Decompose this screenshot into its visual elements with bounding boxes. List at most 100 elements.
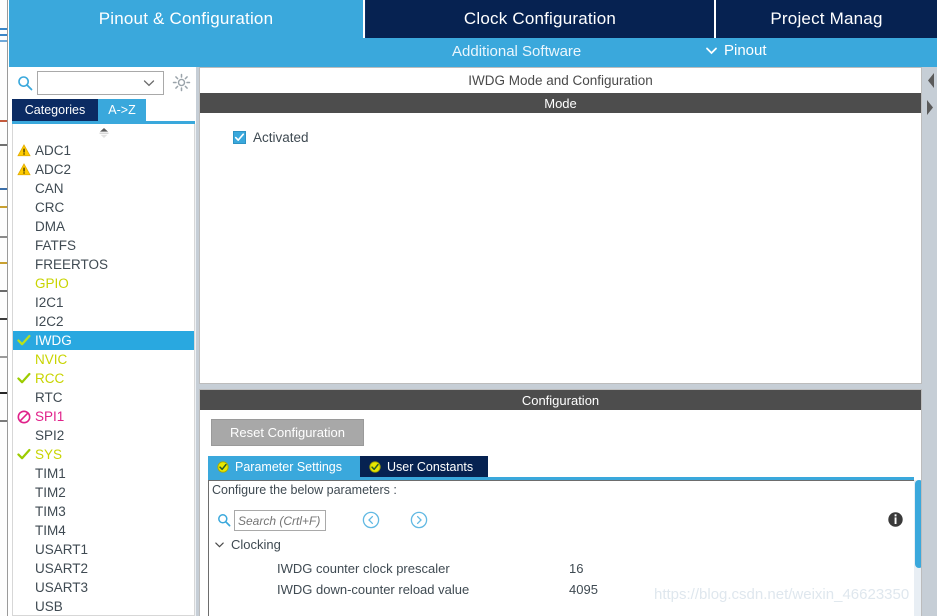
sidebar-view-tabs: Categories A->Z <box>12 99 195 121</box>
sidebar-item-label: SYS <box>35 447 63 462</box>
sidebar-view-tab-categories[interactable]: Categories <box>12 99 98 121</box>
collapse-spinner-icon[interactable] <box>96 126 112 138</box>
activated-label: Activated <box>253 130 309 145</box>
edge-fleck <box>0 290 7 292</box>
module-list: ADC1 ADC2 CAN CRC DMA FATFS FREERTOS GPIO I2C1 I2… <box>12 124 195 616</box>
module-icon-placeholder <box>13 540 35 559</box>
warning-icon <box>13 141 35 160</box>
sidebar-item-adc1[interactable]: ADC1 <box>13 141 194 160</box>
sidebar-item-label: ADC1 <box>35 143 72 158</box>
sidebar-item-i2c2[interactable]: I2C2 <box>13 312 194 331</box>
nav-prev-icon[interactable] <box>362 511 380 529</box>
sidebar-item-label: TIM2 <box>35 485 66 500</box>
module-icon-placeholder <box>13 578 35 597</box>
sidebar-item-nvic[interactable]: NVIC <box>13 350 194 369</box>
search-input[interactable] <box>38 73 141 93</box>
sidebar-item-usb[interactable]: USB <box>13 597 194 615</box>
parameter-group-label: Clocking <box>231 537 281 552</box>
module-icon-placeholder <box>13 597 35 615</box>
sidebar-item-label: FATFS <box>35 238 77 253</box>
parameter-row[interactable]: IWDG down-counter reload value 4095 <box>209 580 921 601</box>
sidebar-item-rcc[interactable]: RCC <box>13 369 194 388</box>
sidebar-item-crc[interactable]: CRC <box>13 198 194 217</box>
sidebar-item-adc2[interactable]: ADC2 <box>13 160 194 179</box>
sidebar-search-combo[interactable] <box>37 71 164 95</box>
collapse-left-icon[interactable] <box>923 67 937 94</box>
pinout-dropdown[interactable]: Pinout <box>705 42 767 59</box>
edge-fleck <box>0 318 7 320</box>
left-edge-strip <box>0 0 8 616</box>
sidebar-item-tim3[interactable]: TIM3 <box>13 502 194 521</box>
sidebar-item-tim2[interactable]: TIM2 <box>13 483 194 502</box>
sidebar-item-can[interactable]: CAN <box>13 179 194 198</box>
activated-checkbox-row[interactable]: Activated <box>233 130 309 145</box>
edge-fleck <box>0 420 7 422</box>
main-tab-project-manag[interactable]: Project Manag <box>716 0 937 38</box>
sidebar-view-tab-a-z[interactable]: A->Z <box>98 99 146 121</box>
cubemx-window: Pinout & Configuration Clock Configuratio… <box>0 0 937 616</box>
sidebar-item-i2c1[interactable]: I2C1 <box>13 293 194 312</box>
tab-user-constants[interactable]: User Constants <box>360 456 488 477</box>
chevron-down-icon[interactable] <box>141 72 157 94</box>
sidebar-item-label: GPIO <box>35 276 69 291</box>
sidebar-item-freertos[interactable]: FREERTOS <box>13 255 194 274</box>
tab-separator <box>363 0 365 38</box>
sidebar-item-label: USART2 <box>35 561 89 576</box>
collapse-right-icon[interactable] <box>923 94 937 121</box>
parameter-scrollbar-thumb[interactable] <box>915 480 921 568</box>
sidebar-item-label: NVIC <box>35 352 68 367</box>
tab-label: User Constants <box>387 459 474 474</box>
sidebar-item-tim1[interactable]: TIM1 <box>13 464 194 483</box>
additional-software-link[interactable]: Additional Software <box>452 43 581 60</box>
parameter-scrollbar[interactable] <box>914 480 921 616</box>
sidebar-item-label: ADC2 <box>35 162 72 177</box>
sidebar-item-label: CRC <box>35 200 65 215</box>
edge-fleck <box>0 28 7 30</box>
module-icon-placeholder <box>13 521 35 540</box>
mode-card: IWDG Mode and Configuration Mode Activat… <box>199 67 922 384</box>
main-tab-pinout-configuration[interactable]: Pinout & Configuration <box>9 0 363 38</box>
sidebar-item-rtc[interactable]: RTC <box>13 388 194 407</box>
parameter-value[interactable]: 16 <box>569 561 583 576</box>
sidebar-item-dma[interactable]: DMA <box>13 217 194 236</box>
main-tab-clock-configuration[interactable]: Clock Configuration <box>366 0 714 38</box>
chevron-down-icon <box>705 44 718 57</box>
sidebar-item-label: FREERTOS <box>35 257 109 272</box>
sidebar-item-sys[interactable]: SYS <box>13 445 194 464</box>
reset-configuration-button[interactable]: Reset Configuration <box>211 419 364 446</box>
info-icon[interactable] <box>887 510 904 529</box>
parameter-group-clocking[interactable]: Clocking <box>214 537 281 552</box>
sidebar-item-label: USB <box>35 599 63 614</box>
sidebar-item-label: DMA <box>35 219 65 234</box>
sidebar-item-tim4[interactable]: TIM4 <box>13 521 194 540</box>
module-icon-placeholder <box>13 255 35 274</box>
sidebar-item-spi1[interactable]: SPI1 <box>13 407 194 426</box>
sidebar-item-fatfs[interactable]: FATFS <box>13 236 194 255</box>
sidebar-item-iwdg[interactable]: IWDG <box>13 331 194 350</box>
module-icon-placeholder <box>13 274 35 293</box>
search-icon <box>217 513 231 527</box>
sidebar-item-spi2[interactable]: SPI2 <box>13 426 194 445</box>
checkbox-checked-icon[interactable] <box>233 131 246 144</box>
parameter-value[interactable]: 4095 <box>569 582 598 597</box>
sub-header-bar: Additional Software Pinout <box>9 38 937 67</box>
parameter-search-input[interactable] <box>234 510 326 531</box>
parameter-name: IWDG down-counter reload value <box>277 582 470 597</box>
sidebar-item-usart1[interactable]: USART1 <box>13 540 194 559</box>
sidebar-item-gpio[interactable]: GPIO <box>13 274 194 293</box>
tab-parameter-settings[interactable]: Parameter Settings <box>208 456 360 477</box>
sidebar-item-label: USART1 <box>35 542 89 557</box>
configure-note: Configure the below parameters : <box>212 483 397 497</box>
sidebar-item-label: SPI1 <box>35 409 65 424</box>
check-circle-icon <box>217 460 229 473</box>
parameter-row[interactable]: IWDG counter clock prescaler 16 <box>209 559 921 580</box>
chevron-down-icon[interactable] <box>214 539 225 550</box>
sidebar-item-usart2[interactable]: USART2 <box>13 559 194 578</box>
page-title: IWDG Mode and Configuration <box>200 68 921 93</box>
sidebar-item-label: TIM3 <box>35 504 66 519</box>
sidebar-item-label: USART3 <box>35 580 89 595</box>
sidebar-item-usart3[interactable]: USART3 <box>13 578 194 597</box>
module-icon-placeholder <box>13 179 35 198</box>
gear-icon[interactable] <box>172 73 191 92</box>
nav-next-icon[interactable] <box>410 511 428 529</box>
